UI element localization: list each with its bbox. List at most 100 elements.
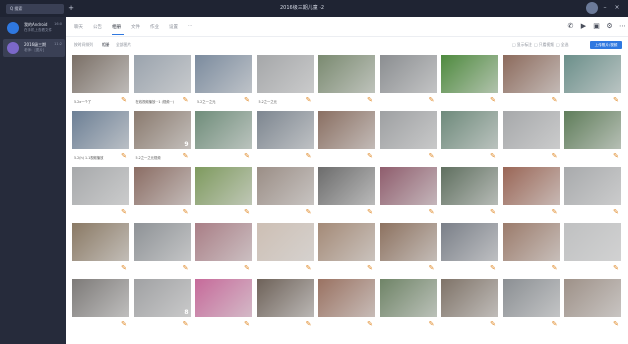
subtab-all-photos[interactable]: 全部图片 xyxy=(116,42,131,48)
tab-homework[interactable]: 作业 xyxy=(150,24,159,30)
media-item[interactable]: ✎ xyxy=(72,167,129,222)
media-item[interactable]: ✎ xyxy=(379,111,437,166)
flag-icon[interactable]: ✎ xyxy=(613,208,619,216)
flag-icon[interactable]: ✎ xyxy=(429,320,435,328)
media-thumbnail[interactable] xyxy=(256,279,314,317)
media-thumbnail[interactable] xyxy=(441,279,498,317)
media-thumbnail[interactable] xyxy=(195,167,252,205)
media-item[interactable]: ✎ xyxy=(195,279,252,334)
sort-by-time[interactable]: 按时间排列 xyxy=(74,42,93,48)
media-thumbnail[interactable] xyxy=(564,111,621,149)
media-item[interactable]: 在线视频播放···1 (视频···) ✎ xyxy=(133,55,191,110)
media-thumbnail[interactable] xyxy=(379,279,437,317)
media-thumbnail[interactable] xyxy=(502,111,560,149)
media-item[interactable]: ✎ xyxy=(379,55,437,110)
flag-icon[interactable]: ✎ xyxy=(244,152,250,160)
media-item[interactable]: ✎ xyxy=(564,223,621,278)
media-item[interactable]: ✎ xyxy=(133,223,191,278)
media-item[interactable]: ✎ xyxy=(318,111,375,166)
close-icon[interactable]: × xyxy=(612,3,622,13)
flag-icon[interactable]: ✎ xyxy=(183,264,189,272)
phone-icon[interactable]: ✆ xyxy=(566,22,575,31)
flag-icon[interactable]: ✎ xyxy=(183,320,189,328)
media-item[interactable]: ✎ xyxy=(133,167,191,222)
media-item[interactable]: ✎ xyxy=(502,279,560,334)
flag-icon[interactable]: ✎ xyxy=(552,320,558,328)
media-thumbnail[interactable] xyxy=(72,279,129,317)
flag-icon[interactable]: ✎ xyxy=(183,208,189,216)
media-thumbnail[interactable] xyxy=(564,55,621,93)
flag-icon[interactable]: ✎ xyxy=(367,320,373,328)
media-item[interactable]: ✎ xyxy=(195,111,252,166)
media-item[interactable]: 9 5.2之一之元视频 ✎ xyxy=(133,111,191,166)
media-thumbnail[interactable] xyxy=(379,167,437,205)
media-item[interactable]: 5.2(h) 1.1视频播放 ✎ xyxy=(72,111,129,166)
media-item[interactable]: ✎ xyxy=(502,167,560,222)
more-icon[interactable]: ⋯ xyxy=(618,22,627,31)
flag-icon[interactable]: ✎ xyxy=(429,208,435,216)
flag-icon[interactable]: ✎ xyxy=(306,320,312,328)
media-item[interactable]: 5.2之一之元 ✎ xyxy=(195,55,252,110)
media-item[interactable]: ✎ xyxy=(502,55,560,110)
minimize-icon[interactable]: – xyxy=(600,3,610,13)
flag-icon[interactable]: ✎ xyxy=(429,152,435,160)
media-thumbnail[interactable] xyxy=(318,111,375,149)
media-thumbnail[interactable] xyxy=(256,111,314,149)
flag-icon[interactable]: ✎ xyxy=(429,96,435,104)
media-item[interactable]: ✎ xyxy=(564,55,621,110)
media-item[interactable]: ✎ xyxy=(195,167,252,222)
media-item[interactable]: ✎ xyxy=(256,223,314,278)
media-thumbnail[interactable] xyxy=(502,223,560,261)
flag-icon[interactable]: ✎ xyxy=(121,152,127,160)
show-label-checkbox[interactable]: □ 显示标注 xyxy=(512,42,532,48)
tab-notice[interactable]: 公告 xyxy=(93,24,102,30)
video-icon[interactable]: ▶ xyxy=(579,22,588,31)
media-thumbnail[interactable] xyxy=(379,111,437,149)
media-thumbnail[interactable] xyxy=(318,279,375,317)
flag-icon[interactable]: ✎ xyxy=(552,96,558,104)
flag-icon[interactable]: ✎ xyxy=(490,320,496,328)
add-icon[interactable]: + xyxy=(67,4,75,13)
conversation-item-active[interactable]: 2016级三期 老师：[图片] 11:2 xyxy=(3,39,65,57)
media-thumbnail[interactable] xyxy=(256,223,314,261)
flag-icon[interactable]: ✎ xyxy=(306,96,312,104)
media-thumbnail[interactable]: 9 xyxy=(133,111,191,149)
media-item[interactable]: ✎ xyxy=(318,279,375,334)
flag-icon[interactable]: ✎ xyxy=(552,152,558,160)
media-item[interactable]: ✎ xyxy=(379,279,437,334)
media-thumbnail[interactable] xyxy=(195,55,252,93)
flag-icon[interactable]: ✎ xyxy=(613,152,619,160)
media-item[interactable]: ✎ xyxy=(564,111,621,166)
flag-icon[interactable]: ✎ xyxy=(244,264,250,272)
media-thumbnail[interactable] xyxy=(195,111,252,149)
flag-icon[interactable]: ✎ xyxy=(306,152,312,160)
media-item[interactable]: 5.2之一之元 ✎ xyxy=(256,55,314,110)
media-item[interactable]: ✎ xyxy=(502,111,560,166)
flag-icon[interactable]: ✎ xyxy=(613,320,619,328)
media-item[interactable]: ✎ xyxy=(256,167,314,222)
media-item[interactable]: ✎ xyxy=(564,167,621,222)
media-item[interactable]: ✎ xyxy=(195,223,252,278)
media-thumbnail[interactable] xyxy=(256,167,314,205)
tab-chat[interactable]: 聊天 xyxy=(74,24,83,30)
flag-icon[interactable]: ✎ xyxy=(490,208,496,216)
media-item[interactable]: ✎ xyxy=(441,111,498,166)
flag-icon[interactable]: ✎ xyxy=(429,264,435,272)
media-thumbnail[interactable] xyxy=(318,223,375,261)
media-thumbnail[interactable] xyxy=(441,55,498,93)
flag-icon[interactable]: ✎ xyxy=(306,264,312,272)
flag-icon[interactable]: ✎ xyxy=(244,320,250,328)
flag-icon[interactable]: ✎ xyxy=(121,208,127,216)
media-item[interactable]: 8 ✎ xyxy=(133,279,191,334)
tab-files[interactable]: 文件 xyxy=(131,24,140,30)
media-item[interactable]: ✎ xyxy=(318,55,375,110)
flag-icon[interactable]: ✎ xyxy=(613,96,619,104)
media-item[interactable]: ✎ xyxy=(72,279,129,334)
media-item[interactable]: ✎ xyxy=(318,223,375,278)
media-thumbnail[interactable] xyxy=(72,55,129,93)
media-item[interactable]: ✎ xyxy=(379,167,437,222)
media-thumbnail[interactable] xyxy=(441,167,498,205)
media-thumbnail[interactable] xyxy=(195,223,252,261)
media-item[interactable]: ✎ xyxy=(564,279,621,334)
flag-icon[interactable]: ✎ xyxy=(490,264,496,272)
